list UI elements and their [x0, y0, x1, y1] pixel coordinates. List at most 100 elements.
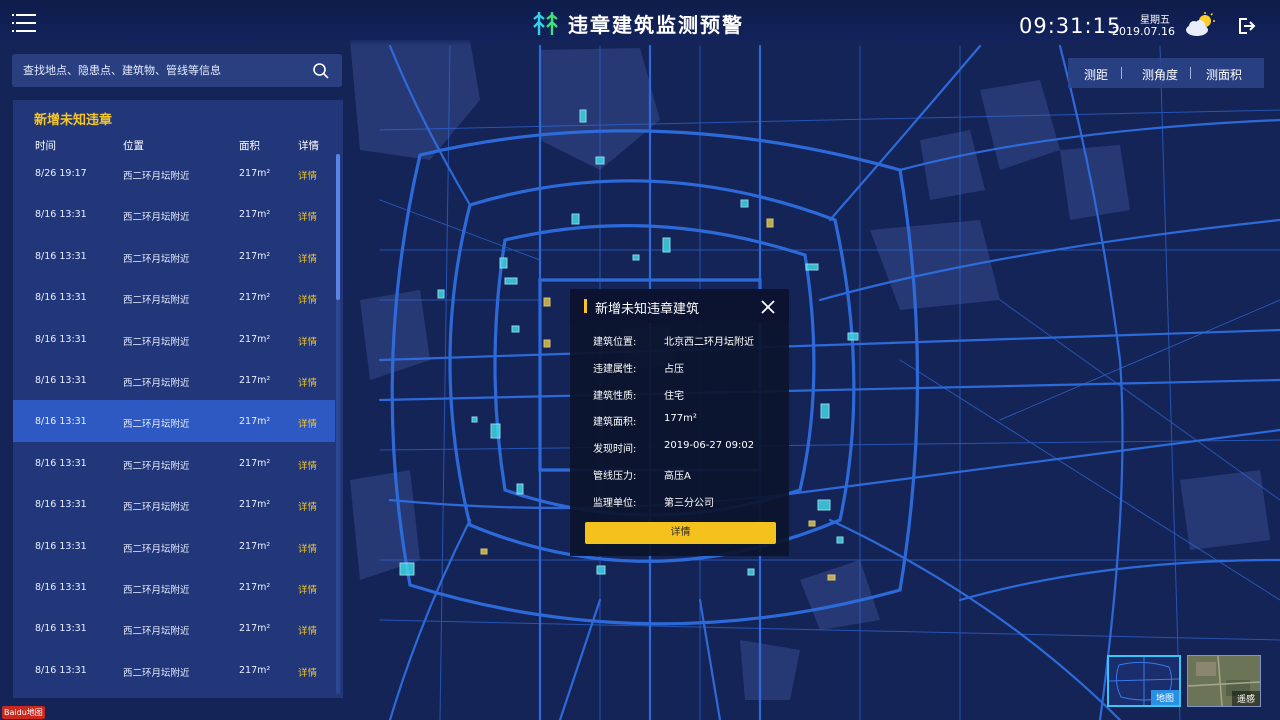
- cell-location: 西二环月坛附近: [123, 667, 190, 679]
- logout-icon[interactable]: [1238, 18, 1256, 34]
- detail-link[interactable]: 详情: [298, 458, 317, 472]
- measure-angle-button[interactable]: 测角度: [1142, 66, 1178, 83]
- table-row[interactable]: 8/16 13:31 西二环月坛附近 217m² 详情: [13, 318, 335, 359]
- detail-field: 建筑位置: 北京西二环月坛附近: [570, 333, 789, 349]
- cell-area: 217m²: [239, 374, 271, 386]
- search-input[interactable]: [12, 54, 302, 87]
- weekday: 星期五: [1140, 15, 1170, 26]
- detail-link[interactable]: 详情: [298, 582, 317, 596]
- detail-field: 监理单位: 第三分公司: [570, 494, 789, 510]
- cell-area: 217m²: [239, 623, 271, 635]
- violation-list: 8/26 19:17 西二环月坛附近 217m² 详情 8/16 13:31 西二环月坛附…: [13, 152, 335, 690]
- cell-time: 8/16 13:31: [35, 209, 87, 221]
- table-row[interactable]: 8/16 13:31 西二环月坛附近 217m² 详情: [13, 276, 335, 317]
- field-value: 住宅: [664, 390, 684, 402]
- measure-area-button[interactable]: 测面积: [1206, 66, 1242, 83]
- cell-location: 西二环月坛附近: [123, 295, 190, 307]
- cell-area: 217m²: [239, 499, 271, 511]
- detail-link[interactable]: 详情: [298, 375, 317, 389]
- table-row[interactable]: 8/16 13:31 西二环月坛附近 217m² 详情: [13, 483, 335, 524]
- cell-time: 8/16 13:31: [35, 292, 87, 304]
- field-value: 北京西二环月坛附近: [664, 337, 754, 348]
- column-header-area: 面积: [239, 140, 260, 152]
- cell-area: 217m²: [239, 581, 271, 593]
- cell-time: 8/16 13:31: [35, 250, 87, 262]
- detail-button[interactable]: 详情: [585, 522, 776, 544]
- cell-time: 8/16 13:31: [35, 499, 87, 511]
- partly-cloudy-sun-icon: [1186, 12, 1215, 36]
- cell-area: 217m²: [239, 168, 271, 179]
- table-row[interactable]: 8/16 13:31 西二环月坛附近 217m² 详情: [13, 235, 335, 276]
- field-value: 占压: [664, 363, 684, 375]
- cell-time: 8/16 13:31: [35, 623, 87, 635]
- scrollbar-thumb[interactable]: [336, 154, 340, 300]
- violation-list-panel: 新增未知违章 时间 位置 面积 详情 8/26 19:17 西二环月坛附近 217m…: [13, 100, 343, 698]
- satellite-layer-label: 遥感: [1231, 691, 1260, 706]
- popup-title: 新增未知违章建筑: [595, 302, 700, 317]
- field-label: 违建属性:: [593, 363, 637, 375]
- toolbar-divider: [1121, 67, 1122, 79]
- measure-toolbar: 测距 测角度 测面积: [1068, 58, 1264, 88]
- forest-logo-icon: [533, 12, 558, 35]
- title-accent-bar: [584, 299, 587, 313]
- measure-distance-button[interactable]: 测距: [1084, 66, 1108, 83]
- column-header-detail: 详情: [298, 140, 319, 152]
- cell-time: 8/16 13:31: [35, 374, 87, 386]
- column-header-time: 时间: [35, 140, 56, 152]
- cell-time: 8/16 13:31: [35, 664, 87, 676]
- clock-time: 09:31:15: [1019, 14, 1122, 38]
- field-label: 监理单位:: [593, 497, 637, 509]
- table-row[interactable]: 8/16 13:31 西二环月坛附近 217m² 详情: [13, 649, 335, 690]
- satellite-layer-toggle[interactable]: 遥感: [1187, 655, 1261, 707]
- cell-location: 西二环月坛附近: [123, 584, 190, 596]
- cell-location: 西二环月坛附近: [123, 212, 190, 224]
- detail-link[interactable]: 详情: [298, 209, 317, 223]
- detail-field: 建筑性质: 住宅: [570, 387, 789, 403]
- cell-location: 西二环月坛附近: [123, 336, 190, 348]
- field-value: 高压A: [664, 471, 691, 482]
- cell-area: 217m²: [239, 457, 271, 469]
- cell-area: 217m²: [239, 664, 271, 676]
- table-row[interactable]: 8/16 13:31 西二环月坛附近 217m² 详情: [13, 566, 335, 607]
- table-row[interactable]: 8/16 13:31 西二环月坛附近 217m² 详情: [13, 193, 335, 234]
- hamburger-menu-icon[interactable]: [12, 12, 36, 34]
- table-row[interactable]: 8/16 13:31 西二环月坛附近 217m² 详情: [13, 359, 335, 400]
- detail-link[interactable]: 详情: [298, 251, 317, 265]
- cell-location: 西二环月坛附近: [123, 543, 190, 555]
- cell-location: 西二环月坛附近: [123, 626, 190, 638]
- field-value: 177m²: [664, 413, 697, 425]
- map-layer-label: 地图: [1150, 690, 1179, 705]
- cell-area: 217m²: [239, 209, 271, 221]
- table-row[interactable]: 8/16 13:31 西二环月坛附近 217m² 详情: [13, 607, 335, 648]
- column-header-location: 位置: [123, 140, 144, 152]
- detail-field: 违建属性: 占压: [570, 360, 789, 376]
- close-icon[interactable]: [761, 300, 775, 314]
- detail-link[interactable]: 详情: [298, 292, 317, 306]
- table-row[interactable]: 8/16 13:31 西二环月坛附近 217m² 详情: [13, 525, 335, 566]
- detail-link[interactable]: 详情: [298, 416, 317, 430]
- detail-link[interactable]: 详情: [298, 665, 317, 679]
- cell-time: 8/26 19:17: [35, 168, 87, 179]
- search-icon[interactable]: [312, 62, 330, 80]
- detail-link[interactable]: 详情: [298, 334, 317, 348]
- cell-area: 217m²: [239, 540, 271, 552]
- detail-link[interactable]: 详情: [298, 623, 317, 637]
- date: 2019.07.16: [1112, 25, 1175, 38]
- field-value: 2019-06-27 09:02: [664, 440, 755, 452]
- cell-location: 西二环月坛附近: [123, 253, 190, 265]
- detail-link[interactable]: 详情: [298, 168, 317, 182]
- detail-link[interactable]: 详情: [298, 541, 317, 555]
- table-row[interactable]: 8/16 13:31 西二环月坛附近 217m² 详情: [13, 442, 335, 483]
- search-bar: [12, 54, 342, 87]
- table-row[interactable]: 8/16 13:31 西二环月坛附近 217m² 详情: [13, 400, 335, 442]
- popup-header: 新增未知违章建筑: [570, 289, 789, 323]
- cell-time: 8/16 13:31: [35, 333, 87, 345]
- table-row[interactable]: 8/26 19:17 西二环月坛附近 217m² 详情: [13, 152, 335, 193]
- page-title: 违章建筑监测预警: [568, 12, 744, 37]
- map-layer-toggle[interactable]: 地图: [1107, 655, 1181, 707]
- toolbar-divider: [1190, 67, 1191, 79]
- detail-link[interactable]: 详情: [298, 499, 317, 513]
- cell-time: 8/16 13:31: [35, 581, 87, 593]
- app-title: 违章建筑监测预警: [532, 9, 744, 37]
- field-label: 管线压力:: [593, 471, 637, 482]
